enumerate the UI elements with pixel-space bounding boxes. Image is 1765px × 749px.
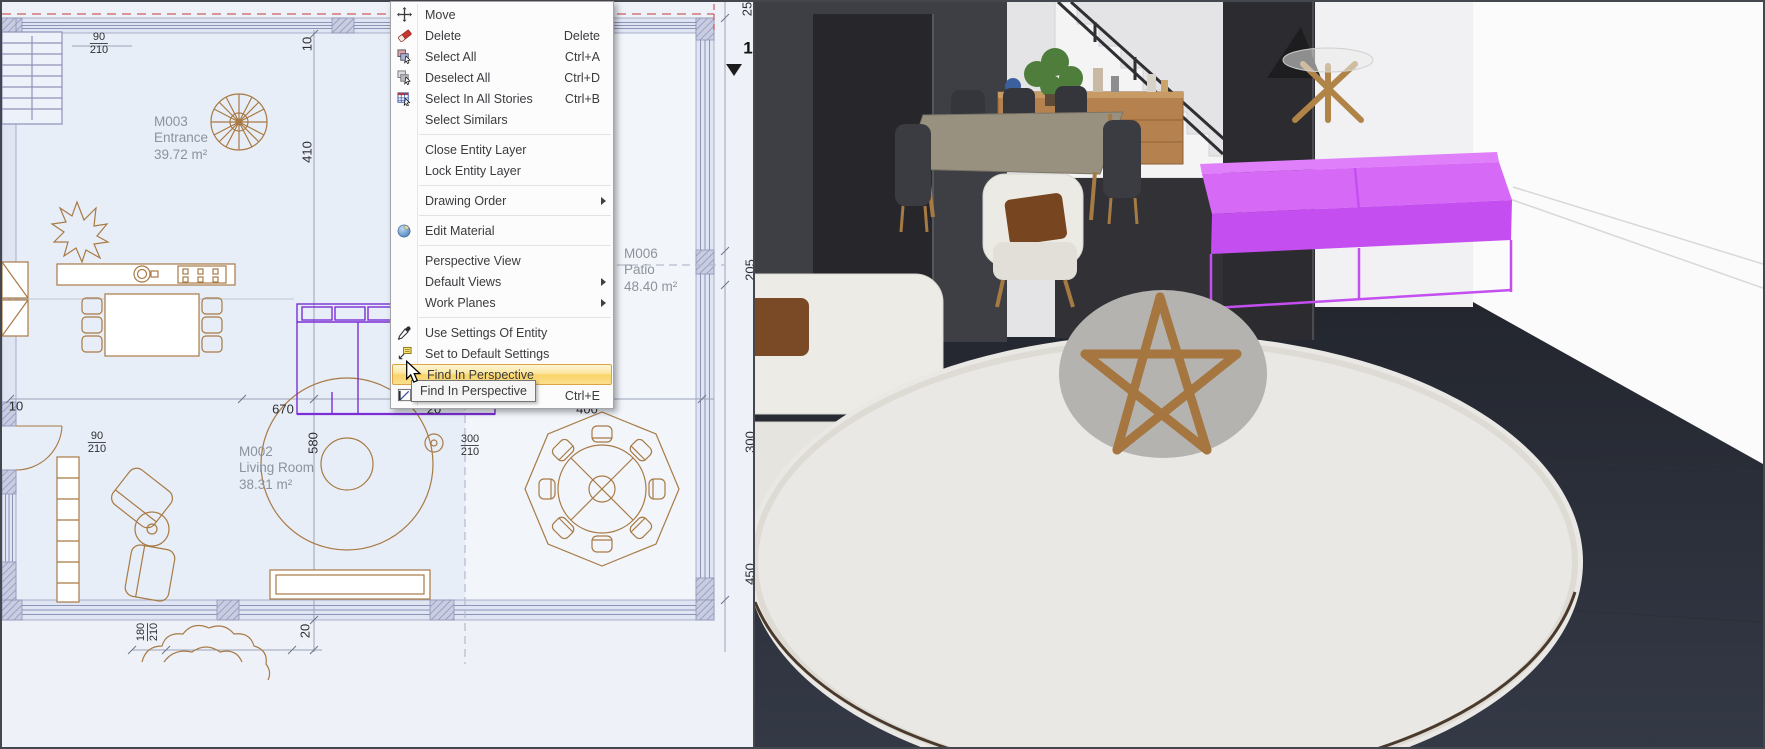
application-window: M003 Entrance 39.72 m² M006 Patio 48.40 … xyxy=(0,0,1765,749)
menu-item-label: Default Views xyxy=(417,275,588,289)
deselect-all-icon xyxy=(391,70,417,85)
menu-item-set-to-default-settings[interactable]: Set to Default Settings xyxy=(391,343,613,364)
menu-item-label: Perspective View xyxy=(417,254,600,268)
dimension-label: 10 xyxy=(301,37,314,51)
dimension-label: 670 xyxy=(272,403,294,416)
menu-item-shortcut: Delete xyxy=(564,29,613,43)
submenu-arrow-icon xyxy=(601,278,606,286)
perspective-view-panel[interactable] xyxy=(755,2,1763,747)
submenu-arrow-icon xyxy=(601,299,606,307)
room-name: Entrance xyxy=(154,130,208,146)
menu-item-shortcut: Ctrl+D xyxy=(564,71,613,85)
menu-item-use-settings-of-entity[interactable]: Use Settings Of Entity xyxy=(391,322,613,343)
room-name: Patio xyxy=(624,262,677,278)
menu-item-label: Work Planes xyxy=(417,296,588,310)
menu-item-label: Move xyxy=(417,8,600,22)
menu-item-deselect-all[interactable]: Deselect AllCtrl+D xyxy=(391,67,613,88)
material-sphere-icon xyxy=(391,223,417,238)
menu-item-select-in-all-stories[interactable]: Select In All StoriesCtrl+B xyxy=(391,88,613,109)
menu-item-shortcut: Ctrl+A xyxy=(565,50,613,64)
mouse-cursor-icon xyxy=(404,360,422,384)
floor-plan-panel[interactable]: M003 Entrance 39.72 m² M006 Patio 48.40 … xyxy=(2,2,753,747)
menu-item-label: Select Similars xyxy=(417,113,600,127)
menu-item-work-planes[interactable]: Work Planes xyxy=(391,292,613,313)
room-code: M006 xyxy=(624,246,677,262)
menu-item-drawing-order[interactable]: Drawing Order xyxy=(391,190,613,211)
room-code: M003 xyxy=(154,114,208,130)
dimension-label: 1 xyxy=(743,40,752,57)
menu-item-label: Lock Entity Layer xyxy=(417,164,600,178)
menu-item-label: Select In All Stories xyxy=(417,92,565,106)
dimension-label: 205 xyxy=(744,259,754,281)
room-name: Living Room xyxy=(239,460,314,476)
menu-item-delete[interactable]: DeleteDelete xyxy=(391,25,613,46)
eyedropper-icon xyxy=(391,325,417,340)
menu-item-label: Edit Material xyxy=(417,224,600,238)
menu-item-label: Set to Default Settings xyxy=(417,347,600,361)
menu-item-shortcut: Ctrl+E xyxy=(565,389,613,403)
room-area: 38.31 m² xyxy=(239,477,314,493)
dimension-label: 300 xyxy=(744,431,754,453)
room-code: M002 xyxy=(239,444,314,460)
dimension-label: 90210 xyxy=(90,32,108,56)
dimension-label: 25 xyxy=(741,2,754,16)
menu-item-label: Close Entity Layer xyxy=(417,143,600,157)
menu-separator xyxy=(419,215,611,216)
menu-item-default-views[interactable]: Default Views xyxy=(391,271,613,292)
dimension-label: 90210 xyxy=(88,431,106,455)
submenu-arrow-icon xyxy=(601,197,606,205)
dimension-label: 300210 xyxy=(461,434,479,458)
menu-item-move[interactable]: Move xyxy=(391,4,613,25)
context-menu: MoveDeleteDeleteSelect AllCtrl+ADeselect… xyxy=(390,1,614,409)
dimension-label: 10 xyxy=(9,400,23,413)
menu-item-label: Deselect All xyxy=(417,71,564,85)
menu-item-edit-material[interactable]: Edit Material xyxy=(391,220,613,241)
menu-item-select-similars[interactable]: Select Similars xyxy=(391,109,613,130)
menu-separator xyxy=(419,185,611,186)
menu-item-label: Drawing Order xyxy=(417,194,588,208)
menu-item-select-all[interactable]: Select AllCtrl+A xyxy=(391,46,613,67)
apply-settings-icon xyxy=(391,346,417,361)
perspective-render xyxy=(755,2,1763,747)
dimension-label: 180210 xyxy=(136,623,160,641)
story-marker-icon xyxy=(726,64,742,76)
find-in-perspective-tooltip: Find In Perspective xyxy=(411,380,536,402)
menu-item-label: Delete xyxy=(417,29,564,43)
menu-separator xyxy=(419,245,611,246)
select-stories-icon xyxy=(391,91,417,106)
move-icon xyxy=(391,7,417,22)
menu-separator xyxy=(419,134,611,135)
select-all-icon xyxy=(391,49,417,64)
eraser-icon xyxy=(391,28,417,43)
menu-item-close-entity-layer[interactable]: Close Entity Layer xyxy=(391,139,613,160)
menu-separator xyxy=(419,317,611,318)
dimension-label: 410 xyxy=(301,141,314,163)
room-area: 48.40 m² xyxy=(624,279,677,295)
room-label-living-room: M002 Living Room 38.31 m² xyxy=(239,444,314,493)
menu-item-perspective-view[interactable]: Perspective View xyxy=(391,250,613,271)
room-area: 39.72 m² xyxy=(154,147,208,163)
floor-plan-drawing xyxy=(2,2,753,747)
menu-item-lock-entity-layer[interactable]: Lock Entity Layer xyxy=(391,160,613,181)
room-label-patio: M006 Patio 48.40 m² xyxy=(624,246,677,295)
dimension-label: 450 xyxy=(744,563,754,585)
menu-item-label: Select All xyxy=(417,50,565,64)
menu-item-label: Use Settings Of Entity xyxy=(417,326,600,340)
dimension-label: 20 xyxy=(299,624,312,638)
menu-item-shortcut: Ctrl+B xyxy=(565,92,613,106)
dimension-label: 580 xyxy=(307,432,320,454)
room-label-entrance: M003 Entrance 39.72 m² xyxy=(154,114,208,163)
